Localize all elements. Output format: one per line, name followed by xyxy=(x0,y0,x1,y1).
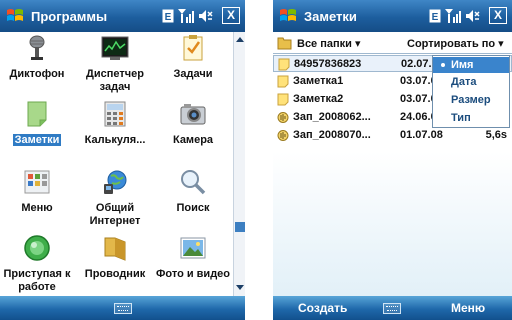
scroll-up-icon[interactable] xyxy=(235,35,245,45)
menu-icon xyxy=(24,170,50,194)
sort-by-label: Сортировать по ▾ xyxy=(407,38,504,50)
folder-icon xyxy=(277,37,292,50)
program-label: Поиск xyxy=(176,202,210,214)
program-tasks[interactable]: Задачи xyxy=(156,32,230,92)
program-calculator[interactable]: Калькуля... xyxy=(78,98,152,158)
sort-option-type[interactable]: Тип xyxy=(433,110,509,126)
notes-toolbar: Все папки ▾ Сортировать по ▾ xyxy=(273,32,512,54)
item-size: 5,6s xyxy=(485,129,507,141)
vertical-scrollbar[interactable] xyxy=(233,32,245,296)
create-softkey[interactable]: Создать xyxy=(298,301,347,315)
item-date: 01.07.08 xyxy=(400,129,443,141)
program-label: Камера xyxy=(172,134,214,146)
title-bar: Заметки E X xyxy=(273,0,512,32)
program-label: Фото и видео xyxy=(156,268,231,280)
signal-strength-icon[interactable] xyxy=(178,9,194,23)
sort-option-date[interactable]: Дата xyxy=(433,74,509,90)
program-task-manager[interactable]: Диспетчер задач xyxy=(78,32,152,93)
svg-text:E: E xyxy=(432,12,439,23)
program-label: Диктофон xyxy=(9,68,65,80)
program-label: Проводник xyxy=(84,268,146,280)
scroll-down-icon[interactable] xyxy=(235,282,245,292)
program-label: Диспетчер задач xyxy=(86,68,144,93)
programs-screen: Программы E X Диктофон Диспетчер задач З… xyxy=(0,0,245,320)
calculator-icon xyxy=(104,101,126,127)
page-title: Программы xyxy=(31,9,108,24)
programs-grid: Диктофон Диспетчер задач Задачи Заметки … xyxy=(0,32,233,296)
keyboard-icon[interactable] xyxy=(383,303,401,314)
close-button[interactable]: X xyxy=(222,7,240,24)
page-title: Заметки xyxy=(304,9,357,24)
program-label: Меню xyxy=(21,202,53,214)
soft-key-bar xyxy=(0,296,245,320)
sort-by-dropdown[interactable]: Сортировать по ▾ xyxy=(407,37,504,50)
task-manager-icon xyxy=(101,36,129,60)
note-icon xyxy=(277,75,289,88)
notes-icon xyxy=(27,101,47,127)
soft-key-bar: Создать Меню xyxy=(273,296,512,320)
selected-dot-icon xyxy=(441,63,445,67)
program-label: Задачи xyxy=(173,68,213,80)
search-icon xyxy=(181,170,206,195)
notes-screen: Заметки E X Все папки ▾ Сортировать по ▾ xyxy=(273,0,512,320)
item-name: Зап_2008070... xyxy=(293,129,371,141)
sort-option-size[interactable]: Размер xyxy=(433,92,509,108)
program-notes[interactable]: Заметки xyxy=(0,98,74,158)
item-name: Заметка1 xyxy=(293,75,344,87)
scrollbar-thumb[interactable] xyxy=(235,222,245,232)
program-label: Общий Интернет xyxy=(89,202,141,227)
close-button[interactable]: X xyxy=(489,7,507,24)
sort-options-menu: Имя Дата Размер Тип xyxy=(432,55,510,128)
program-internet-sharing[interactable]: Общий Интернет xyxy=(78,166,152,227)
getting-started-icon xyxy=(24,235,50,261)
svg-text:E: E xyxy=(165,12,172,23)
voice-recording-icon xyxy=(277,112,289,123)
note-icon xyxy=(277,93,289,106)
program-pictures-videos[interactable]: Фото и видео xyxy=(156,232,230,296)
volume-muted-icon[interactable] xyxy=(466,9,480,23)
windows-start-icon[interactable] xyxy=(5,6,25,26)
folder-filter-label: Все папки ▾ xyxy=(297,38,361,50)
microphone-icon xyxy=(29,35,45,60)
menu-softkey[interactable]: Меню xyxy=(451,301,485,315)
internet-sharing-icon xyxy=(104,170,127,194)
title-bar: Программы E X xyxy=(0,0,245,32)
volume-muted-icon[interactable] xyxy=(199,9,213,23)
keyboard-e-icon: E xyxy=(429,9,441,23)
program-camera[interactable]: Камера xyxy=(156,98,230,158)
program-getting-started[interactable]: Приступая к работе xyxy=(0,232,74,296)
program-voice-recorder[interactable]: Диктофон xyxy=(0,32,74,92)
program-menu[interactable]: Меню xyxy=(0,166,74,226)
note-icon xyxy=(278,58,290,71)
program-search[interactable]: Поиск xyxy=(156,166,230,226)
program-label: Приступая к работе xyxy=(3,268,71,293)
sort-option-name[interactable]: Имя xyxy=(433,57,509,73)
program-label: Калькуля... xyxy=(84,134,146,146)
keyboard-e-icon: E xyxy=(162,9,174,23)
item-name: 84957836823 xyxy=(294,58,362,70)
program-label: Заметки xyxy=(12,134,62,146)
item-name: Зап_2008062... xyxy=(293,111,371,123)
camera-icon xyxy=(180,104,206,125)
keyboard-icon[interactable] xyxy=(114,303,132,314)
file-explorer-icon xyxy=(104,237,126,261)
list-item[interactable]: Зап_2008070... 01.07.08 5,6s xyxy=(273,127,512,144)
program-file-explorer[interactable]: Проводник xyxy=(78,232,152,296)
item-name: Заметка2 xyxy=(293,93,344,105)
signal-strength-icon[interactable] xyxy=(445,9,461,23)
windows-start-icon[interactable] xyxy=(278,6,298,26)
voice-recording-icon xyxy=(277,130,289,141)
pictures-videos-icon xyxy=(180,237,206,259)
tasks-icon xyxy=(183,35,203,61)
